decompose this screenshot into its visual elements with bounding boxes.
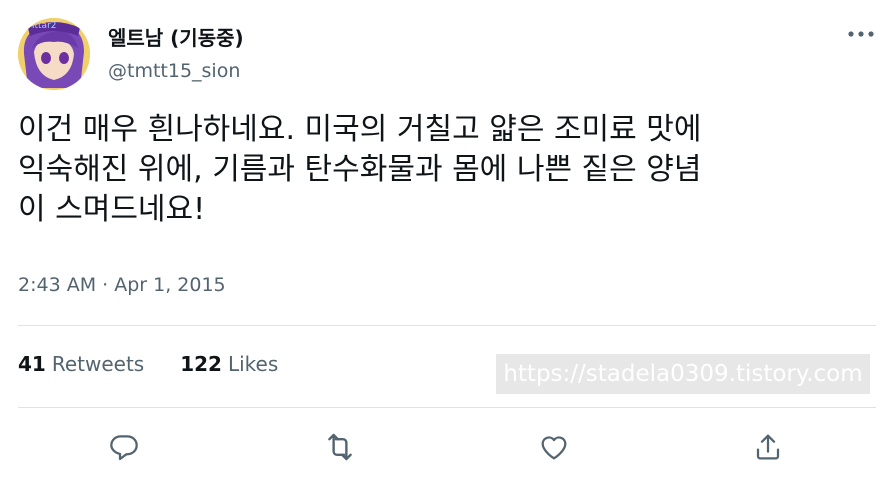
tweet-actions bbox=[0, 420, 894, 470]
watermark: https://stadela0309.tistory.com bbox=[496, 354, 870, 394]
user-handle[interactable]: @tmtt15_sion bbox=[108, 60, 240, 82]
share-icon bbox=[756, 434, 780, 460]
retweets-count: 41 bbox=[18, 352, 46, 376]
retweets-label: Retweets bbox=[51, 352, 145, 376]
reply-button[interactable] bbox=[107, 430, 141, 464]
tweet-stats: 41 Retweets 122 Likes bbox=[18, 352, 278, 376]
likes-stat[interactable]: 122 Likes bbox=[180, 352, 278, 376]
likes-label: Likes bbox=[227, 352, 279, 376]
retweet-icon bbox=[328, 433, 352, 461]
like-icon bbox=[541, 436, 567, 460]
tweet-text: 이건 매우 흰나하네요. 미국의 거칠고 얇은 조미료 맛에 익숙해진 위에, … bbox=[18, 112, 702, 227]
avatar-watermark-text: ittar2 bbox=[32, 21, 57, 31]
display-name[interactable]: 엘트남 (기동중) bbox=[108, 22, 244, 51]
like-button[interactable] bbox=[537, 430, 571, 464]
tweet-timestamp[interactable]: 2:43 AM · Apr 1, 2015 bbox=[18, 274, 226, 296]
retweets-stat[interactable]: 41 Retweets bbox=[18, 352, 144, 376]
more-horizontal-icon bbox=[848, 31, 874, 37]
more-button[interactable] bbox=[846, 22, 876, 46]
divider bbox=[18, 325, 876, 326]
likes-count: 122 bbox=[180, 352, 222, 376]
share-button[interactable] bbox=[751, 430, 785, 464]
avatar[interactable]: ittar2 bbox=[18, 18, 90, 90]
divider bbox=[18, 407, 876, 408]
reply-icon bbox=[110, 435, 138, 461]
retweet-button[interactable] bbox=[323, 430, 357, 464]
